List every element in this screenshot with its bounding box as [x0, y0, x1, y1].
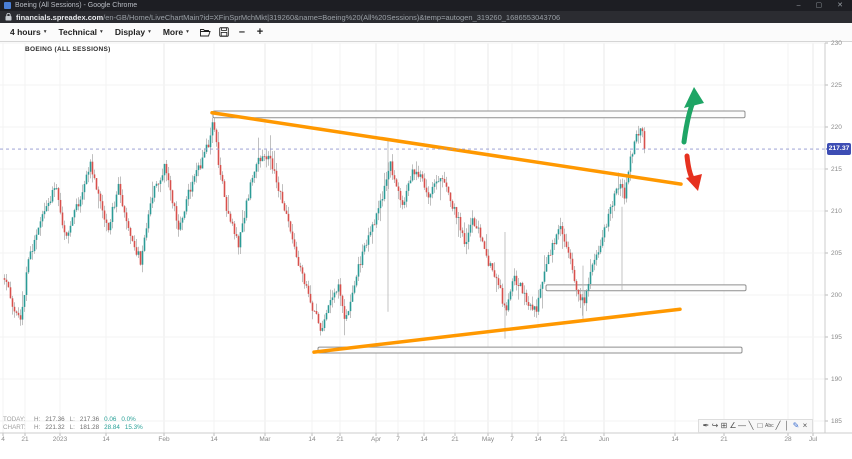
x-axis-tick-label: 2023	[53, 436, 67, 443]
y-axis-tick-label: 220	[831, 124, 851, 131]
x-axis-tick-label: 21	[560, 436, 567, 443]
y-axis-tick-label: 215	[831, 166, 851, 173]
current-price-badge: 217.37	[827, 143, 851, 155]
x-axis-tick-label: Feb	[158, 436, 169, 443]
x-axis-tick-label: 14	[420, 436, 427, 443]
rectangle-tool-icon[interactable]: □	[756, 420, 764, 432]
chart-status-overlay: TODAY: H: 217.36 L: 217.36 0.06 0.0% CHA…	[3, 416, 143, 431]
vertical-line-tool-icon[interactable]: │	[783, 420, 791, 432]
x-axis-tick-label: 14	[308, 436, 315, 443]
x-axis-tick-label: 14	[671, 436, 678, 443]
today-change: 0.06	[104, 416, 116, 424]
y-axis-tick-label: 200	[831, 292, 851, 299]
red-down-arrow-head	[686, 174, 702, 191]
chart-low: 181.28	[80, 424, 99, 432]
green-up-arrow-head	[684, 87, 704, 108]
x-axis-tick-label: Jul	[809, 436, 817, 443]
x-axis-tick-label: May	[482, 436, 494, 443]
x-axis-tick-label: 14	[102, 436, 109, 443]
x-axis-tick-label: Apr	[371, 436, 381, 443]
y-axis-tick-label: 190	[831, 376, 851, 383]
today-change-pct: 0.0%	[121, 416, 135, 424]
angle-tool-icon[interactable]: ∠	[729, 420, 737, 432]
y-axis-tick-label: 230	[831, 40, 851, 47]
today-high: 217.36	[45, 416, 64, 424]
chart-stats-row: CHART: H: 221.32 L: 181.28 28.84 15.3%	[3, 424, 143, 432]
pencil-tool-icon[interactable]: ✎	[792, 420, 800, 432]
x-axis-tick-label: 4	[1, 436, 5, 443]
chart-symbol-label: BOEING (ALL SESSIONS)	[25, 46, 111, 53]
horizontal-line-tool-icon[interactable]: —	[738, 420, 746, 432]
x-axis-tick-label: 21	[720, 436, 727, 443]
x-axis-tick-label: 28	[784, 436, 791, 443]
today-stats-row: TODAY: H: 217.36 L: 217.36 0.06 0.0%	[3, 416, 143, 424]
chart-label: CHART:	[3, 424, 29, 432]
delete-drawing-icon[interactable]: ×	[801, 420, 809, 432]
y-axis-tick-label: 225	[831, 82, 851, 89]
today-label: TODAY:	[3, 416, 29, 424]
x-axis-tick-label: Mar	[259, 436, 270, 443]
table-tool-icon[interactable]: ⊞	[720, 420, 728, 432]
text-tool-icon[interactable]: Abc	[765, 420, 773, 432]
chart-change: 28.84	[104, 424, 120, 432]
x-axis-tick-label: 7	[510, 436, 514, 443]
x-axis-tick-label: 21	[336, 436, 343, 443]
elbow-arrow-tool-icon[interactable]: ↪	[711, 420, 719, 432]
x-axis-tick-label: 7	[396, 436, 400, 443]
trend-line-tool-icon[interactable]: ╲	[747, 420, 755, 432]
chart-change-pct: 15.3%	[125, 424, 143, 432]
x-axis-tick-label: 14	[210, 436, 217, 443]
y-axis-tick-label: 195	[831, 334, 851, 341]
x-axis-tick-label: 21	[21, 436, 28, 443]
x-axis-tick-label: Jun	[599, 436, 609, 443]
green-up-arrow	[684, 102, 693, 142]
red-down-arrow	[687, 156, 693, 180]
y-axis-tick-label: 210	[831, 208, 851, 215]
y-axis-tick-label: 185	[831, 418, 851, 425]
diagonal-line-tool-icon[interactable]: ╱	[774, 420, 782, 432]
drawing-tools-strip: ✒↪⊞∠—╲□Abc╱│✎×	[698, 419, 813, 433]
chart-high: 221.32	[45, 424, 64, 432]
x-axis-tick-label: 14	[534, 436, 541, 443]
pen-tool-icon[interactable]: ✒	[702, 420, 710, 432]
candlestick-chart[interactable]	[0, 0, 852, 459]
y-axis-tick-label: 205	[831, 250, 851, 257]
today-low: 217.36	[80, 416, 99, 424]
x-axis-tick-label: 21	[451, 436, 458, 443]
